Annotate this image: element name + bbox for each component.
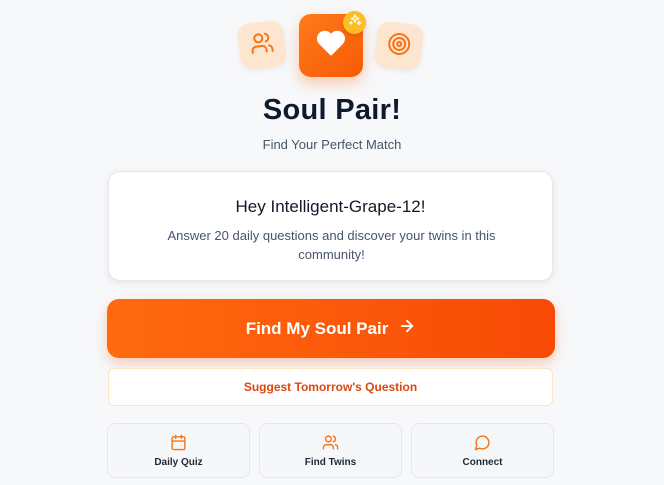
welcome-card: Hey Intelligent-Grape-12! Answer 20 dail… bbox=[108, 171, 553, 281]
page-title: Soul Pair! bbox=[262, 94, 402, 126]
nav-find-twins[interactable]: Find Twins bbox=[259, 423, 402, 478]
target-icon bbox=[386, 30, 413, 61]
users-icon bbox=[249, 29, 276, 60]
nav-daily-quiz-label: Daily Quiz bbox=[154, 457, 203, 468]
nav-connect[interactable]: Connect bbox=[411, 423, 554, 478]
chat-bubble-icon bbox=[474, 433, 491, 451]
suggest-question-button[interactable]: Suggest Tomorrow's Question bbox=[108, 368, 553, 406]
nav-find-twins-label: Find Twins bbox=[304, 457, 357, 468]
target-tile bbox=[373, 20, 425, 72]
arrow-right-icon bbox=[398, 317, 416, 340]
welcome-greeting: Hey Intelligent-Grape-12! bbox=[235, 197, 426, 216]
page-subtitle: Find Your Perfect Match bbox=[262, 137, 402, 152]
nav-daily-quiz[interactable]: Daily Quiz bbox=[107, 423, 250, 478]
sparkle-badge bbox=[343, 11, 366, 34]
nav-connect-label: Connect bbox=[462, 457, 503, 468]
users-tile bbox=[236, 19, 288, 71]
find-soul-pair-button[interactable]: Find My Soul Pair bbox=[107, 299, 555, 358]
sparkles-icon bbox=[348, 13, 362, 32]
heart-icon bbox=[316, 28, 346, 63]
find-soul-pair-label: Find My Soul Pair bbox=[245, 318, 389, 338]
calendar-icon bbox=[170, 433, 187, 451]
users-icon bbox=[322, 433, 339, 451]
welcome-description: Answer 20 daily questions and discover y… bbox=[167, 228, 496, 262]
hero-icons bbox=[0, 0, 664, 90]
